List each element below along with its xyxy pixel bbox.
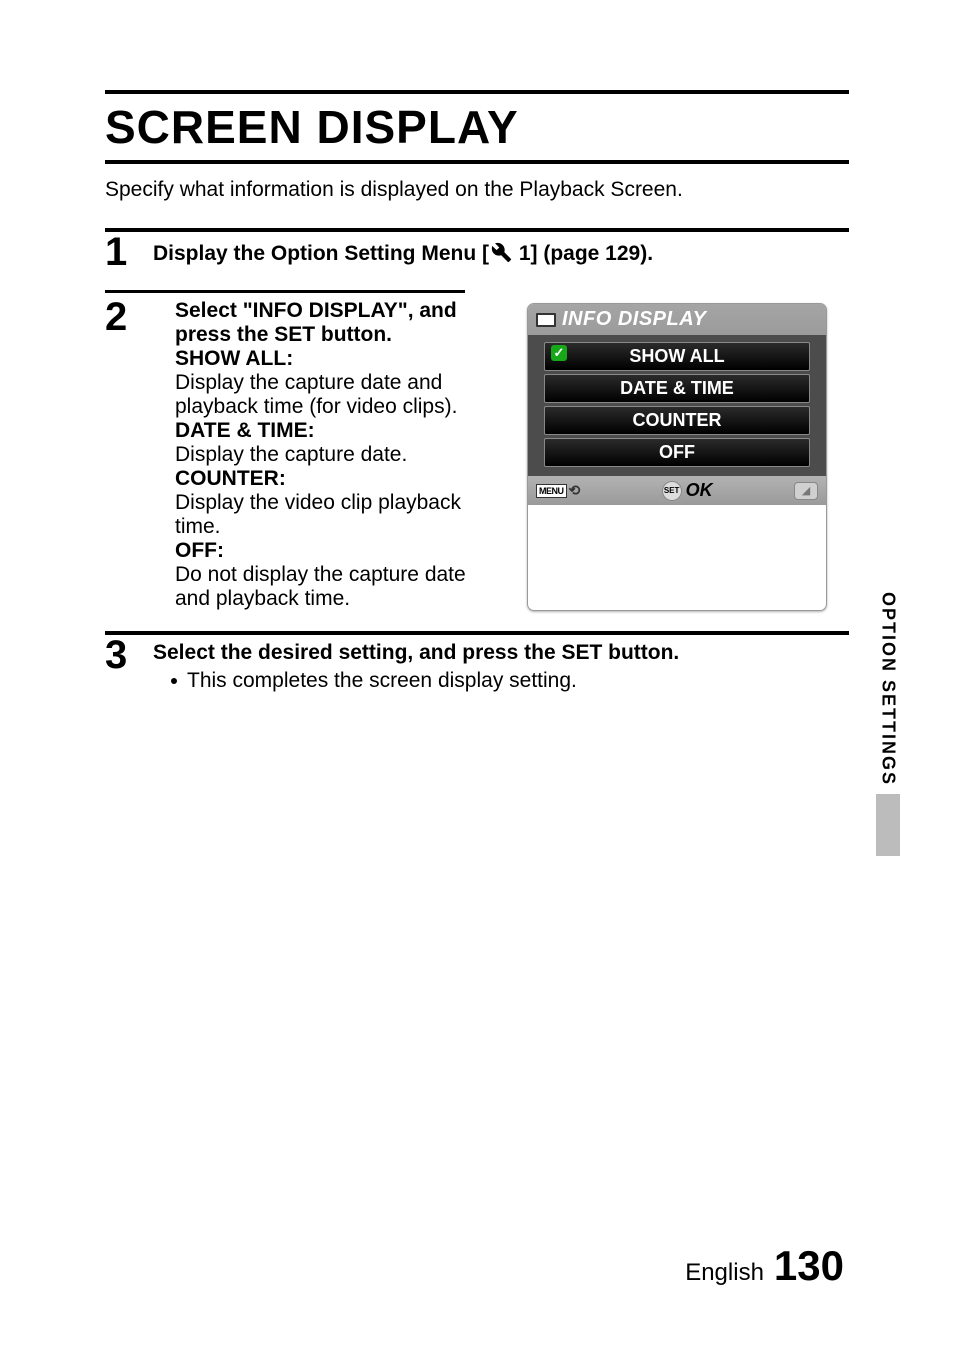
step-3-bullet: This completes the screen display settin… bbox=[187, 669, 577, 693]
lcd-title: INFO DISPLAY bbox=[562, 308, 707, 331]
menu-label: MENU bbox=[536, 484, 567, 498]
step-3-heading: Select the desired setting, and press th… bbox=[153, 641, 849, 665]
step-2-heading: Select "INFO DISPLAY", and press the SET… bbox=[175, 299, 505, 347]
return-arrow-icon: ⟲ bbox=[569, 482, 581, 499]
menu-back-icon: MENU ⟲ bbox=[536, 482, 580, 499]
lcd-preview: INFO DISPLAY ✓ SHOW ALL DATE & TIME COUN… bbox=[527, 303, 827, 611]
ok-label: OK bbox=[686, 480, 713, 501]
section-tab-marker bbox=[876, 794, 900, 856]
step-2: 2 Select "INFO DISPLAY", and press the S… bbox=[105, 299, 849, 611]
lcd-row-show-all: ✓ SHOW ALL bbox=[544, 342, 810, 371]
section-tab: OPTION SETTINGS bbox=[876, 592, 900, 856]
opt-show-all-label: SHOW ALL: bbox=[175, 347, 293, 370]
opt-off-label: OFF: bbox=[175, 539, 224, 562]
step-1: 1 Display the Option Setting Menu [ 1] (… bbox=[105, 234, 849, 270]
opt-off-text: Do not display the capture date and play… bbox=[175, 563, 505, 611]
step-2-number: 2 bbox=[105, 299, 153, 611]
bullet-icon bbox=[171, 678, 177, 684]
jog-icon: ◢ bbox=[794, 482, 818, 500]
lcd-row-show-all-label: SHOW ALL bbox=[629, 346, 724, 366]
lcd-row-date-time: DATE & TIME bbox=[544, 374, 810, 403]
page-title: SCREEN DISPLAY bbox=[105, 94, 849, 160]
section-tab-label: OPTION SETTINGS bbox=[878, 592, 899, 786]
opt-counter-text: Display the video clip playback time. bbox=[175, 491, 505, 539]
step-3: 3 Select the desired setting, and press … bbox=[105, 637, 849, 693]
step-3-number: 3 bbox=[105, 637, 153, 693]
step-1-number: 1 bbox=[105, 234, 153, 270]
check-icon: ✓ bbox=[551, 345, 567, 361]
opt-date-time-text: Display the capture date. bbox=[175, 443, 505, 467]
step-1-text-b: 1] (page 129). bbox=[513, 242, 653, 265]
opt-show-all-text: Display the capture date and playback ti… bbox=[175, 371, 505, 419]
lcd-row-counter: COUNTER bbox=[544, 406, 810, 435]
intro-text: Specify what information is displayed on… bbox=[105, 178, 849, 202]
step-1-text-a: Display the Option Setting Menu [ bbox=[153, 242, 489, 265]
opt-date-time-label: DATE & TIME: bbox=[175, 419, 315, 442]
lcd-row-off: OFF bbox=[544, 438, 810, 467]
opt-counter-label: COUNTER: bbox=[175, 467, 286, 490]
display-icon bbox=[536, 313, 556, 327]
set-icon: SET bbox=[662, 481, 682, 501]
footer-page-number: 130 bbox=[774, 1242, 844, 1290]
footer-language: English bbox=[685, 1259, 764, 1287]
wrench-icon bbox=[490, 241, 512, 269]
